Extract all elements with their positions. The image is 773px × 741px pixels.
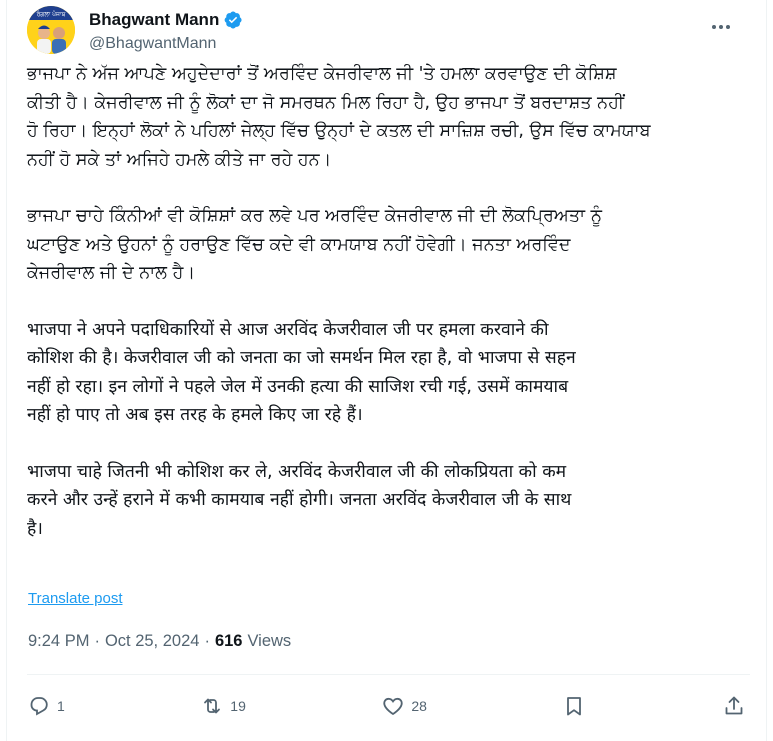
repost-icon <box>204 698 221 714</box>
share-icon <box>725 696 743 715</box>
post-time[interactable]: 9:24 PM <box>28 632 89 651</box>
post-date[interactable]: Oct 25, 2024 <box>105 632 199 651</box>
verified-badge-icon[interactable] <box>223 10 243 30</box>
author-info: Bhagwant Mann @BhagwantMann <box>89 8 243 53</box>
post-paragraph: ਭਾਜਪਾ ਨੇ ਅੱਜ ਆਪਣੇ ਅਹੁਦੇਦਾਰਾਂ ਤੋਂ ਅਰਵਿੰਦ … <box>27 64 651 170</box>
views-label: Views <box>247 632 292 650</box>
more-icon[interactable] <box>706 12 736 42</box>
avatar-image: ਰੰਗਲਾ ਪੰਜਾਬ <box>27 6 75 54</box>
translate-post-link[interactable]: Translate post <box>28 590 123 607</box>
share-button[interactable] <box>722 694 746 718</box>
action-bar: 1 19 28 <box>27 690 746 722</box>
like-icon <box>383 697 404 716</box>
meta-separator: · <box>204 632 210 650</box>
author-handle[interactable]: @BhagwantMann <box>89 35 243 53</box>
repost-count: 19 <box>230 698 246 714</box>
meta-separator: · <box>94 632 100 650</box>
reply-count: 1 <box>57 698 65 714</box>
bookmark-button[interactable] <box>562 694 586 718</box>
reply-icon <box>30 697 48 716</box>
repost-button[interactable]: 19 <box>200 694 246 718</box>
author-display-name[interactable]: Bhagwant Mann <box>89 10 219 30</box>
post-paragraph: ਭਾਜਪਾ ਚਾਹੇ ਕਿੰਨੀਆਂ ਵੀ ਕੋਸ਼ਿਸ਼ਾਂ ਕਰ ਲਵੇ ਪ… <box>27 206 603 283</box>
post-metadata: 9:24 PM · Oct 25, 2024 · 616 Views <box>28 632 291 651</box>
bookmark-icon <box>567 697 582 716</box>
post-header: ਰੰਗਲਾ ਪੰਜਾਬ Bhagwant Mann @BhagwantMann <box>27 6 750 60</box>
divider <box>27 674 750 675</box>
post-text: ਭਾਜਪਾ ਨੇ ਅੱਜ ਆਪਣੇ ਅਹੁਦੇਦਾਰਾਂ ਤੋਂ ਅਰਵਿੰਦ … <box>27 60 727 543</box>
avatar[interactable]: ਰੰਗਲਾ ਪੰਜਾਬ <box>27 6 75 54</box>
views-count: 616 <box>214 632 243 650</box>
post-paragraph: भाजपा ने अपने पदाधिकारियों से आज अरविंद … <box>27 319 576 426</box>
reply-button[interactable]: 1 <box>27 694 65 718</box>
like-count: 28 <box>411 698 427 714</box>
avatar-text: ਰੰਗਲਾ ਪੰਜਾਬ <box>36 10 66 18</box>
post-card: ਰੰਗਲਾ ਪੰਜਾਬ Bhagwant Mann @BhagwantMann <box>6 0 767 741</box>
post-paragraph: भाजपा चाहे जितनी भी कोशिश कर ले, अरविंद … <box>27 461 572 539</box>
like-button[interactable]: 28 <box>381 694 427 718</box>
